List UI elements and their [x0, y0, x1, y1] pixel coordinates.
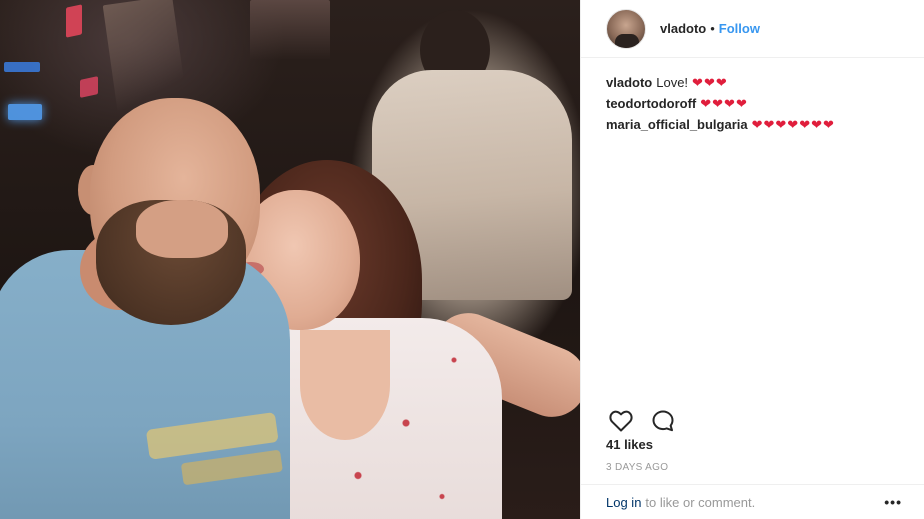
more-options-icon[interactable]: •••	[884, 495, 902, 509]
login-prompt: Log in to like or comment.	[581, 484, 924, 519]
follow-button[interactable]: Follow	[719, 21, 760, 36]
heart-emoji-icon: ❤❤❤❤❤❤❤	[751, 117, 835, 132]
shirt-print	[144, 401, 295, 510]
avatar[interactable]	[606, 8, 646, 49]
club-light-red	[66, 4, 82, 38]
club-light-beam	[250, 0, 330, 60]
post-side-panel: vladoto • Follow vladoto Love! ❤❤❤ teodo…	[580, 0, 924, 519]
comment-list: vladoto Love! ❤❤❤ teodortodoroff ❤❤❤❤ ma…	[606, 72, 906, 135]
club-light-blue	[4, 62, 40, 72]
username-link[interactable]: vladoto	[660, 21, 706, 36]
separator-dot: •	[710, 21, 715, 36]
comment-username[interactable]: teodortodoroff	[606, 93, 696, 114]
post-timestamp: 3 DAYS AGO	[606, 462, 669, 473]
post-header: vladoto • Follow	[581, 0, 924, 58]
man-face-lower	[136, 200, 228, 258]
login-suffix: to like or comment.	[645, 494, 756, 510]
club-light-blue	[8, 104, 42, 120]
comment-username[interactable]: maria_official_bulgaria	[606, 114, 748, 135]
comment-text: Love!	[656, 75, 689, 90]
comment-bubble-icon[interactable]	[648, 406, 678, 436]
login-link[interactable]: Log in	[606, 495, 641, 510]
post-photo[interactable]	[0, 0, 580, 519]
woman-neckline	[300, 330, 390, 440]
comment-item: vladoto Love! ❤❤❤	[606, 72, 906, 93]
action-bar	[606, 406, 690, 436]
heart-emoji-icon: ❤❤❤	[692, 75, 728, 90]
heart-outline-icon[interactable]	[606, 406, 636, 436]
heart-emoji-icon: ❤❤❤❤	[700, 96, 748, 111]
comment-item: teodortodoroff ❤❤❤❤	[606, 93, 906, 114]
comment-username[interactable]: vladoto	[606, 72, 652, 93]
club-light-red	[80, 76, 98, 98]
likes-count[interactable]: 41 likes	[606, 437, 653, 452]
comment-item: maria_official_bulgaria ❤❤❤❤❤❤❤	[606, 114, 906, 135]
header-names: vladoto • Follow	[660, 21, 760, 36]
